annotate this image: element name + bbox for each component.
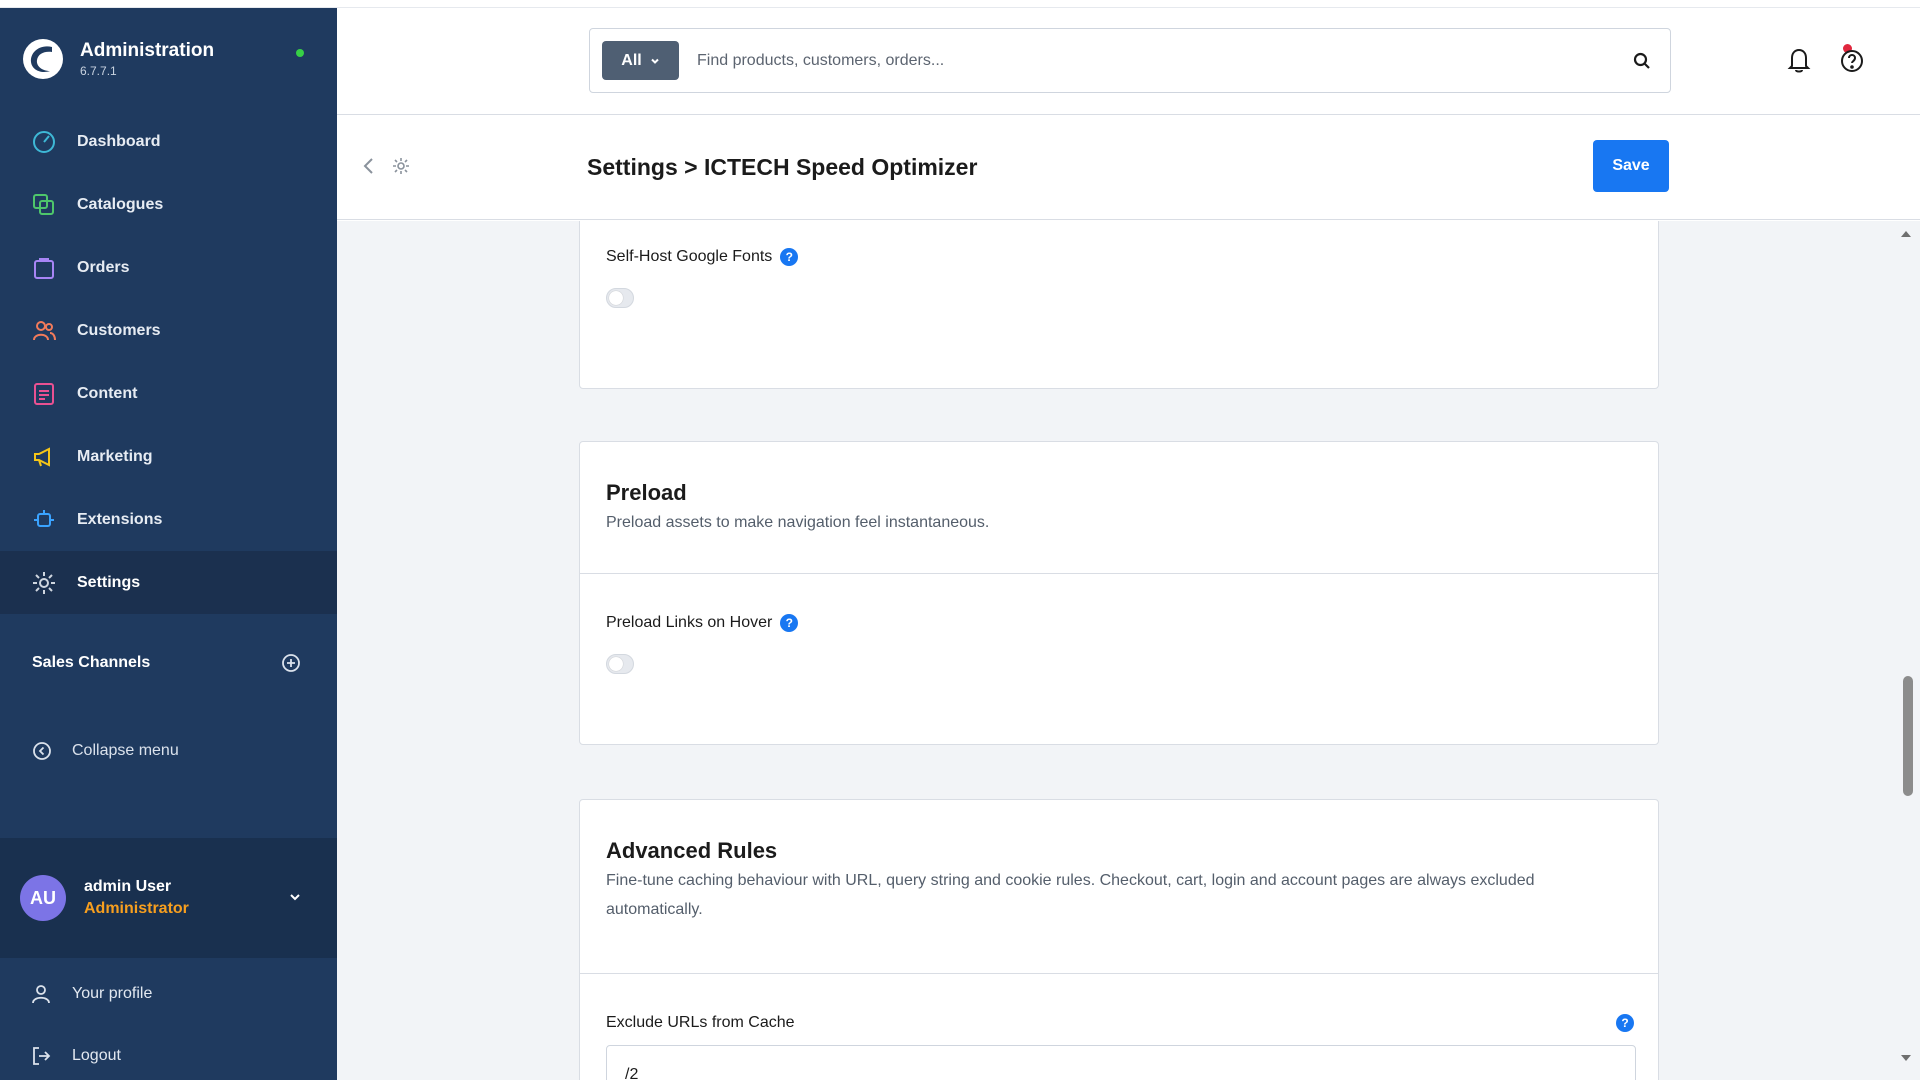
advanced-rules-subtitle: Fine-tune caching behaviour with URL, qu… [606, 872, 1535, 918]
self-host-fonts-toggle[interactable] [606, 288, 634, 308]
help-tooltip-icon[interactable]: ? [1616, 1014, 1634, 1032]
self-host-fonts-field: Self-Host Google Fonts ? [606, 248, 799, 266]
status-indicator [296, 49, 304, 57]
sidebar-item-catalogues[interactable]: Catalogues [0, 173, 337, 236]
top-border [0, 0, 1920, 8]
divider [580, 973, 1658, 974]
add-sales-channel-icon[interactable] [281, 653, 301, 673]
sidebar-item-label: Extensions [77, 510, 163, 528]
help-tooltip-icon[interactable]: ? [780, 614, 799, 632]
dashboard-icon [30, 128, 58, 156]
logout-link[interactable]: Logout [0, 1025, 337, 1080]
sidebar-item-label: Catalogues [77, 195, 164, 213]
preload-card: Preload Preload assets to make navigatio… [579, 441, 1659, 745]
help-tooltip-icon[interactable]: ? [780, 248, 799, 266]
settings-content: Self-Host Google Fonts ? Preload Preload… [337, 221, 1920, 1080]
search-input[interactable] [697, 51, 1632, 70]
sidebar-item-content[interactable]: Content [0, 362, 337, 425]
collapse-icon [33, 742, 51, 760]
app-version: 6.7.7.1 [80, 64, 117, 78]
user-panel[interactable]: AU admin User Administrator [0, 838, 337, 958]
sidebar-item-settings[interactable]: Settings [0, 551, 337, 614]
self-host-fonts-label: Self-Host Google Fonts [606, 248, 773, 265]
search-scope-select[interactable]: All [602, 41, 679, 80]
app-title: Administration [80, 40, 215, 61]
fonts-card: Self-Host Google Fonts ? [579, 221, 1659, 389]
sidebar-item-label: Content [77, 384, 138, 402]
your-profile-link[interactable]: Your profile [0, 963, 337, 1025]
help-icon[interactable] [1839, 48, 1865, 74]
sidebar-item-marketing[interactable]: Marketing [0, 425, 337, 488]
exclude-urls-label: Exclude URLs from Cache [606, 1014, 795, 1031]
notifications-bell-icon[interactable] [1786, 46, 1812, 74]
sidebar-item-label: Marketing [77, 447, 153, 465]
sidebar-item-label: Dashboard [77, 132, 161, 150]
search-scope-label: All [621, 51, 642, 69]
page-header: Settings > ICTECH Speed Optimizer Save [337, 116, 1920, 220]
account-links: Your profile Logout [0, 963, 337, 1080]
sidebar-item-dashboard[interactable]: Dashboard [0, 110, 337, 173]
save-button[interactable]: Save [1593, 140, 1669, 192]
user-role: Administrator [84, 900, 189, 917]
logout-icon [33, 1047, 51, 1065]
user-name: admin User [84, 878, 172, 895]
user-icon [32, 985, 50, 1004]
preload-subtitle: Preload assets to make navigation feel i… [606, 514, 990, 531]
settings-icon[interactable] [391, 156, 411, 176]
extensions-icon [30, 506, 58, 534]
sidebar-item-label: Customers [77, 321, 161, 339]
sidebar-item-label: Orders [77, 258, 130, 276]
search-icon[interactable] [1632, 51, 1652, 71]
scroll-down-arrow-icon[interactable] [1899, 1053, 1913, 1063]
orders-icon [30, 254, 58, 282]
sidebar-item-orders[interactable]: Orders [0, 236, 337, 299]
logout-label: Logout [72, 1047, 121, 1064]
preload-links-toggle[interactable] [606, 654, 634, 674]
collapse-menu-button[interactable]: Collapse menu [0, 726, 337, 776]
scroll-up-arrow-icon[interactable] [1899, 229, 1913, 239]
sidebar-header: Administration 6.7.7.1 [0, 8, 337, 110]
chevron-down-icon[interactable] [288, 890, 302, 904]
page-title: Settings > ICTECH Speed Optimizer [587, 154, 978, 180]
global-search: All [589, 28, 1671, 93]
advanced-rules-card: Advanced Rules Fine-tune caching behavio… [579, 799, 1659, 1080]
customers-icon [30, 317, 58, 345]
preload-title: Preload [606, 480, 687, 505]
sidebar-item-customers[interactable]: Customers [0, 299, 337, 362]
back-arrow-icon[interactable] [361, 156, 377, 176]
catalogues-icon [30, 191, 58, 219]
preload-links-label: Preload Links on Hover [606, 614, 773, 631]
divider [580, 573, 1658, 574]
avatar: AU [20, 875, 66, 921]
settings-icon [30, 569, 58, 597]
shopware-logo [23, 39, 63, 79]
preload-links-field: Preload Links on Hover ? [606, 614, 799, 632]
sidebar-item-extensions[interactable]: Extensions [0, 488, 337, 551]
sidebar-item-label: Settings [77, 573, 141, 591]
sidebar: Administration 6.7.7.1 Dashboard Catalog… [0, 8, 337, 1080]
sales-channels-header: Sales Channels [0, 642, 337, 684]
collapse-menu-label: Collapse menu [72, 742, 179, 759]
your-profile-label: Your profile [72, 985, 153, 1002]
exclude-urls-textarea[interactable]: /2 [606, 1045, 1636, 1080]
top-header: All [337, 8, 1920, 115]
content-icon [30, 380, 58, 408]
advanced-rules-title: Advanced Rules [606, 838, 778, 863]
scrollbar-thumb[interactable] [1903, 676, 1913, 796]
sales-channels-label: Sales Channels [32, 654, 151, 671]
main-nav: Dashboard Catalogues Orders Customers Co… [0, 110, 337, 614]
chevron-down-icon [651, 58, 659, 64]
exclude-urls-field: Exclude URLs from Cache [606, 1014, 795, 1032]
marketing-icon [30, 443, 58, 471]
